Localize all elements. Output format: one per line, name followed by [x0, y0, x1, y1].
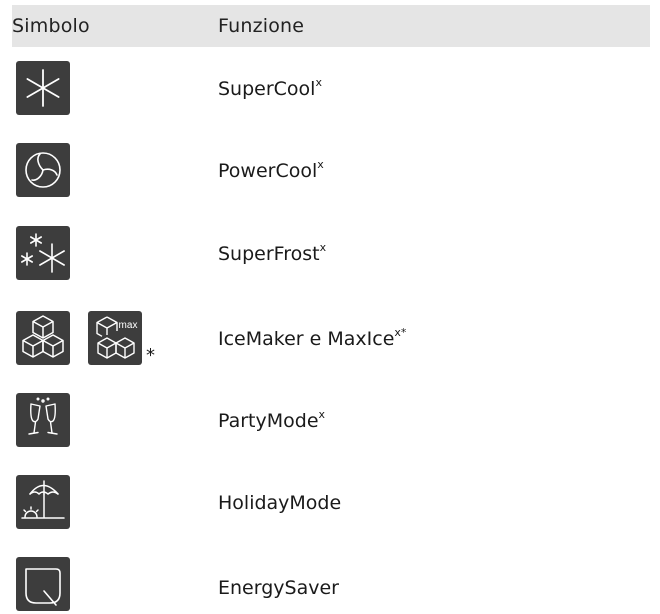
- header-symbol: Simbolo: [12, 15, 90, 37]
- header-function: Funzione: [218, 15, 305, 37]
- row-label: EnergySaver: [218, 577, 339, 599]
- ice-cubes-max-icon: max: [88, 311, 142, 365]
- row-label: PartyModex: [218, 407, 326, 432]
- fan-icon: [16, 143, 70, 197]
- ice-cubes-icon: [16, 311, 70, 365]
- row-label: HolidayMode: [218, 492, 342, 514]
- leaf-icon: [16, 557, 70, 611]
- champagne-glasses-icon: [16, 393, 70, 447]
- beach-umbrella-icon: [16, 475, 70, 529]
- row-label: IceMaker e MaxIcex*: [218, 325, 407, 350]
- table-header: Simbolo Funzione: [12, 5, 650, 47]
- row-label: SuperCoolx: [218, 75, 322, 100]
- max-text: max: [119, 320, 138, 331]
- icon-footnote-asterisk: *: [146, 345, 155, 366]
- snowflakes-icon: [16, 226, 70, 280]
- row-label: PowerCoolx: [218, 157, 324, 182]
- row-label: SuperFrostx: [218, 240, 327, 265]
- snowflake-icon: [16, 61, 70, 115]
